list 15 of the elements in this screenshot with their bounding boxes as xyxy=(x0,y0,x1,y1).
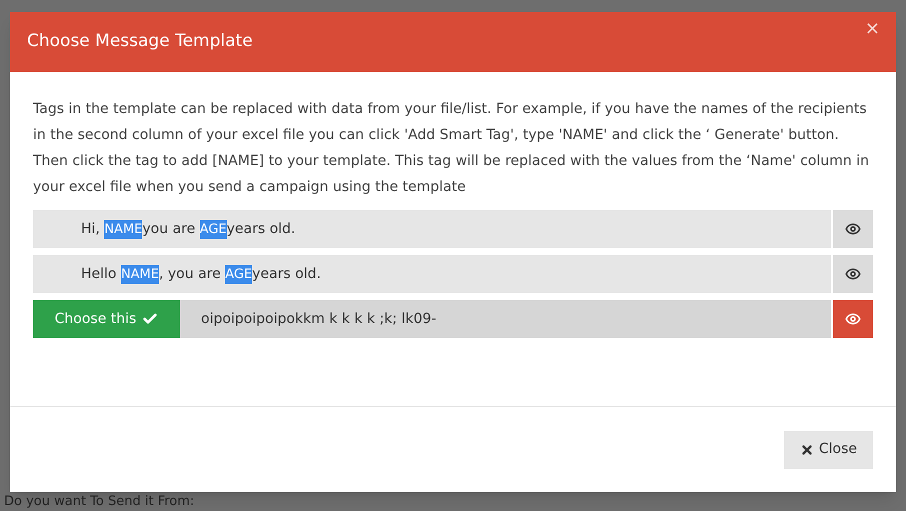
preview-button[interactable] xyxy=(833,300,873,338)
preview-button[interactable] xyxy=(833,255,873,293)
background-heading: Do you want To Send it From: xyxy=(4,492,194,511)
close-icon xyxy=(800,442,814,456)
preview-button[interactable] xyxy=(833,210,873,248)
eye-icon xyxy=(845,311,861,327)
eye-icon xyxy=(845,221,861,237)
instructions-text: Tags in the template can be replaced with data from your file/list. For example, if you have the names of the recipients in the second column of your excel file you can click 'Add Smart Tag', type 'NAME' and click the ‘ Generate' button. Then click the tag to add [NAME] to your template. This tag will be replaced with the values from the ‘Name' column in your excel file when you send a campaign using the template xyxy=(33,100,870,197)
template-text: Hello NAME, you are AGEyears old. xyxy=(81,264,321,284)
template-text: oipoipoipoipokkm k k k k ;k; lk09- xyxy=(201,310,436,328)
dialog-title: Choose Message Template xyxy=(27,30,253,54)
eye-icon xyxy=(845,266,861,282)
template-row[interactable]: oipoipoipoipokkm k k k k ;k; lk09- xyxy=(180,300,831,338)
template-row[interactable]: Hello NAME, you are AGEyears old. xyxy=(33,255,831,293)
close-button[interactable]: Close xyxy=(784,430,873,468)
